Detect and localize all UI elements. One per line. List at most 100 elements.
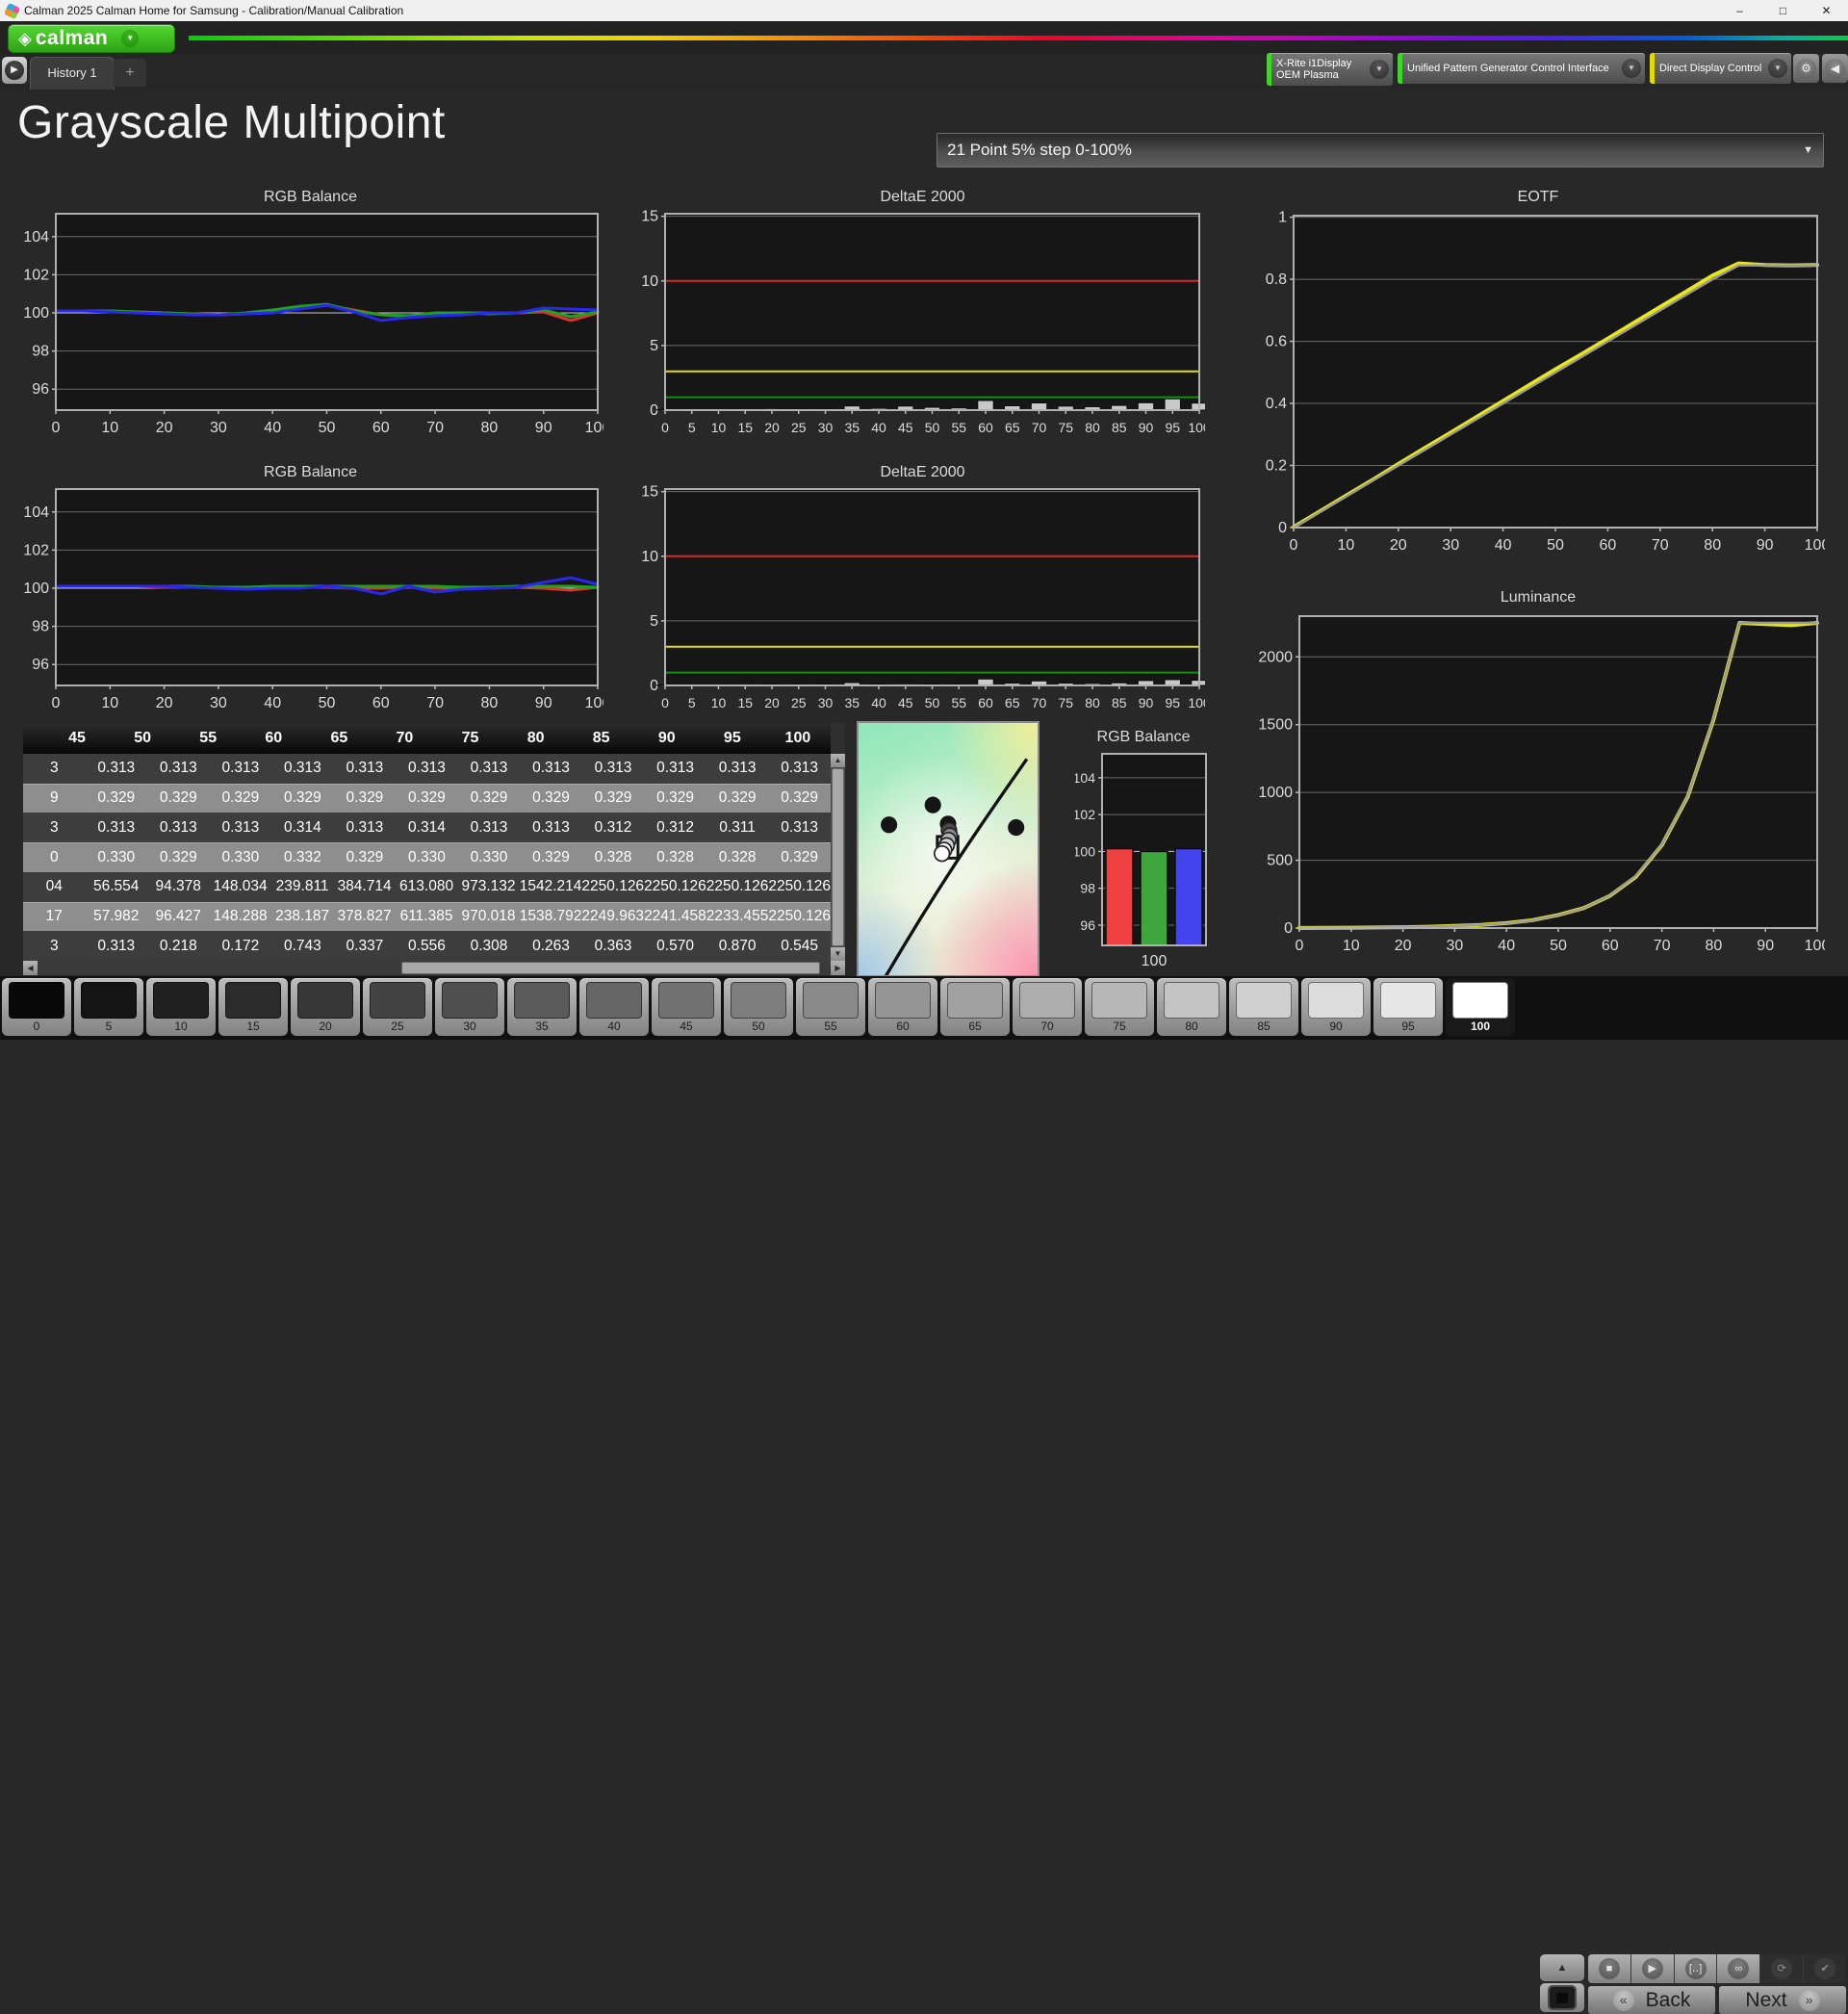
next-button[interactable]: Next » — [1719, 1986, 1846, 2014]
grayscale-patch-100[interactable]: 100 — [1446, 978, 1515, 1036]
accept-button[interactable]: ✔ — [1804, 1954, 1846, 1983]
grayscale-patch-85[interactable]: 85 — [1229, 978, 1298, 1036]
svg-text:10: 10 — [1343, 938, 1360, 954]
maximize-button[interactable]: □ — [1761, 0, 1805, 21]
scroll-right-icon[interactable]: ▶ — [831, 961, 845, 975]
back-button[interactable]: « Back — [1588, 1986, 1715, 2014]
stop-button[interactable]: ■ — [1588, 1954, 1631, 1983]
grayscale-patch-20[interactable]: 20 — [291, 978, 360, 1036]
meter-dropdown-display-control[interactable]: Direct Display Control ▼ — [1650, 53, 1791, 84]
grayscale-patch-65[interactable]: 65 — [940, 978, 1010, 1036]
grayscale-patch-55[interactable]: 55 — [796, 978, 865, 1036]
minimize-button[interactable]: – — [1718, 0, 1761, 21]
settings-button[interactable]: ⚙ — [1793, 54, 1819, 83]
svg-text:25: 25 — [791, 695, 807, 710]
table-column-header: 60 — [241, 723, 306, 754]
patch-label: 100 — [1446, 1020, 1515, 1033]
refresh-button[interactable]: ⟳ — [1760, 1954, 1804, 1983]
table-cell: 239.811 — [271, 878, 333, 895]
patch-label: 40 — [579, 1020, 649, 1033]
vscroll-thumb[interactable] — [832, 768, 844, 946]
grayscale-patch-0[interactable]: 0 — [2, 978, 71, 1036]
svg-text:70: 70 — [1652, 537, 1669, 554]
grayscale-patch-90[interactable]: 90 — [1301, 978, 1371, 1036]
patch-swatch — [1164, 982, 1219, 1019]
patch-swatch — [153, 982, 209, 1019]
table-vertical-scrollbar[interactable]: ▲ ▼ — [831, 754, 845, 961]
svg-text:100: 100 — [1075, 843, 1095, 859]
pattern-series-button[interactable]: [‥] — [1675, 1954, 1718, 1983]
collapse-panel-button[interactable]: ◀ — [1822, 54, 1848, 83]
chevron-down-icon[interactable]: ▼ — [1768, 59, 1787, 78]
grayscale-patch-95[interactable]: 95 — [1373, 978, 1443, 1036]
logo-dropdown-icon[interactable]: ▼ — [121, 30, 139, 47]
patch-label: 80 — [1157, 1020, 1226, 1033]
chevron-down-icon[interactable]: ▼ — [1622, 59, 1641, 78]
scroll-left-icon[interactable]: ◀ — [23, 961, 38, 975]
svg-text:100: 100 — [585, 695, 603, 711]
table-cell: 0.329 — [210, 789, 272, 807]
calman-diamond-icon: ◈ — [18, 29, 32, 49]
pattern-up-button[interactable]: ▲ — [1540, 1954, 1584, 1981]
grayscale-patch-5[interactable]: 5 — [74, 978, 143, 1036]
chart-luminance: Luminance 050010001500200001020304050607… — [1251, 589, 1825, 957]
rgb-balance-plot: 96981001021040102030405060708090100 — [17, 485, 603, 714]
table-column-header: 45 — [44, 723, 110, 754]
svg-text:100: 100 — [1805, 938, 1825, 954]
grayscale-patch-15[interactable]: 15 — [218, 978, 288, 1036]
grayscale-patch-40[interactable]: 40 — [579, 978, 649, 1036]
grayscale-patch-75[interactable]: 75 — [1085, 978, 1154, 1036]
table-cell: 611.385 — [396, 908, 457, 925]
table-cell: 0.314 — [396, 819, 458, 837]
hscroll-thumb[interactable] — [401, 962, 821, 974]
scroll-down-icon[interactable]: ▼ — [831, 947, 845, 961]
table-cell: 0.313 — [210, 819, 272, 837]
patch-label: 95 — [1373, 1020, 1443, 1033]
preset-dropdown[interactable]: 21 Point 5% step 0-100% ▼ — [937, 133, 1824, 168]
table-cell: 0.363 — [582, 938, 645, 955]
svg-text:0: 0 — [1296, 938, 1304, 954]
table-column-header: 100 — [765, 723, 831, 754]
grayscale-patch-35[interactable]: 35 — [507, 978, 577, 1036]
svg-text:65: 65 — [1005, 695, 1020, 710]
meter-dropdown-pattern-generator[interactable]: Unified Pattern Generator Control Interf… — [1398, 53, 1645, 84]
svg-text:45: 45 — [898, 695, 913, 710]
table-horizontal-scrollbar[interactable]: ◀ ▶ — [23, 961, 845, 975]
grayscale-patch-30[interactable]: 30 — [435, 978, 504, 1036]
meter-dropdown-colorimeter[interactable]: X-Rite i1Display OEM Plasma ▼ — [1267, 53, 1393, 86]
table-cell: 0.308 — [458, 938, 521, 955]
table-cell: 57.982 — [85, 908, 146, 925]
continuous-measure-button[interactable]: ∞ — [1717, 1954, 1760, 1983]
svg-text:0: 0 — [52, 420, 61, 436]
patch-label: 65 — [940, 1020, 1010, 1033]
patch-label: 50 — [724, 1020, 793, 1033]
grayscale-patch-45[interactable]: 45 — [652, 978, 721, 1036]
table-cell: 1538.792 — [520, 908, 582, 925]
add-tab-button[interactable]: + — [114, 59, 146, 87]
play-button[interactable]: ▶ — [1631, 1954, 1675, 1983]
svg-text:0.4: 0.4 — [1266, 396, 1287, 412]
grayscale-patch-50[interactable]: 50 — [724, 978, 793, 1036]
play-icon: ▶ — [1642, 1958, 1663, 1979]
scroll-up-icon[interactable]: ▲ — [831, 754, 845, 767]
table-cell: 2241.458 — [644, 908, 706, 925]
grayscale-patch-10[interactable]: 10 — [146, 978, 216, 1036]
svg-text:30: 30 — [818, 695, 834, 710]
grayscale-patch-70[interactable]: 70 — [1013, 978, 1082, 1036]
grayscale-patch-60[interactable]: 60 — [868, 978, 937, 1036]
svg-text:1: 1 — [1278, 210, 1287, 226]
close-button[interactable]: ✕ — [1805, 0, 1848, 21]
pattern-window-button[interactable] — [1540, 1983, 1584, 2012]
grayscale-patch-80[interactable]: 80 — [1157, 978, 1226, 1036]
table-row: 1757.98296.427148.288238.187378.827611.3… — [23, 902, 831, 932]
table-column-header: 55 — [175, 723, 241, 754]
workflow-nav-button[interactable]: ▶ — [2, 57, 27, 84]
table-cell: 0.329 — [396, 789, 458, 807]
chevron-down-icon[interactable]: ▼ — [1370, 60, 1389, 79]
patch-label: 30 — [435, 1020, 504, 1033]
calman-logo-button[interactable]: ◈ calman ▼ — [8, 24, 175, 53]
table-clipped-cell: 17 — [23, 908, 85, 925]
svg-text:90: 90 — [535, 695, 552, 711]
grayscale-patch-25[interactable]: 25 — [363, 978, 432, 1036]
tab-history-1[interactable]: History 1 — [30, 57, 115, 90]
